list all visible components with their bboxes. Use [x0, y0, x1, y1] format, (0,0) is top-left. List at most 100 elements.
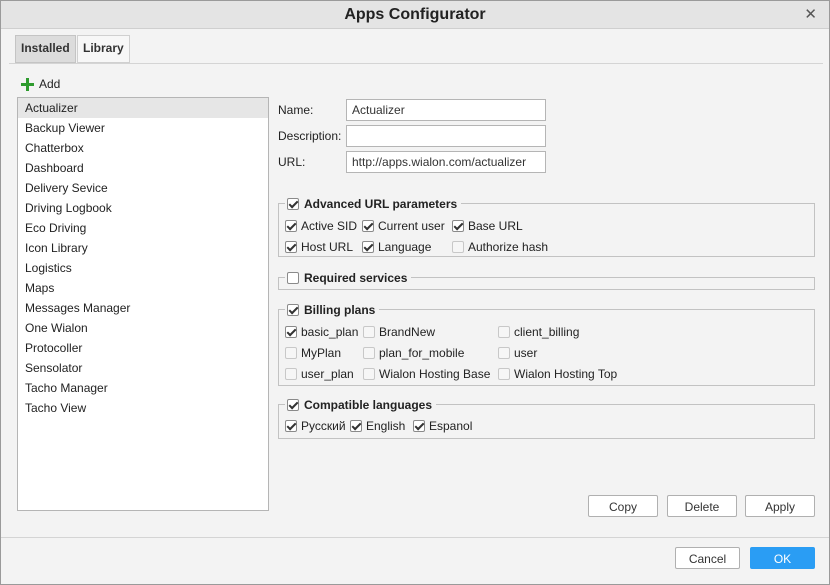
add-button[interactable]: Add — [21, 75, 60, 93]
active-sid-label: Active SID — [301, 219, 358, 233]
app-list-item[interactable]: One Wialon — [18, 318, 268, 338]
footer-divider — [1, 537, 829, 538]
name-label: Name: — [278, 103, 314, 117]
app-list-item[interactable]: Sensolator — [18, 358, 268, 378]
delete-button[interactable]: Delete — [667, 495, 737, 517]
plan-user[interactable]: user — [498, 345, 537, 361]
app-list-item[interactable]: Actualizer — [18, 98, 268, 118]
add-label: Add — [39, 77, 61, 91]
plan-basic-plan[interactable]: basic_plan — [285, 324, 358, 340]
basic-plan-label: basic_plan — [301, 325, 359, 339]
close-icon[interactable]: ✕ — [804, 1, 817, 28]
required-services-checkbox[interactable] — [287, 272, 299, 284]
plan-for-mobile-checkbox[interactable] — [363, 347, 375, 359]
host-url-label: Host URL — [301, 240, 354, 254]
lang-russian[interactable]: Русский — [285, 418, 346, 434]
app-list-item[interactable]: Logistics — [18, 258, 268, 278]
name-input[interactable] — [346, 99, 546, 121]
required-services-group: Required services — [278, 270, 815, 290]
billing-plans-checkbox[interactable] — [287, 304, 299, 316]
description-label: Description: — [278, 129, 342, 143]
plan-wialon-hosting-base[interactable]: Wialon Hosting Base — [363, 366, 490, 382]
plan-wialon-hosting-top[interactable]: Wialon Hosting Top — [498, 366, 617, 382]
option-base-url[interactable]: Base URL — [452, 218, 523, 234]
russian-label: Русский — [301, 419, 346, 433]
espanol-checkbox[interactable] — [413, 420, 425, 432]
plan-user-plan[interactable]: user_plan — [285, 366, 354, 382]
base-url-checkbox[interactable] — [452, 220, 464, 232]
app-list-item[interactable]: Eco Driving — [18, 218, 268, 238]
wialon-hosting-top-label: Wialon Hosting Top — [514, 367, 618, 381]
advanced-url-checkbox[interactable] — [287, 198, 299, 210]
languages-legend[interactable]: Compatible languages — [285, 397, 437, 413]
required-services-title: Required services — [304, 271, 408, 285]
authorize-hash-label: Authorize hash — [468, 240, 549, 254]
plan-myplan[interactable]: MyPlan — [285, 345, 341, 361]
advanced-url-group: Advanced URL parameters Active SID Curre… — [278, 196, 815, 257]
wialon-hosting-base-checkbox[interactable] — [363, 368, 375, 380]
url-input[interactable] — [346, 151, 546, 173]
app-list-item[interactable]: Icon Library — [18, 238, 268, 258]
plus-icon — [21, 77, 34, 91]
app-list-item[interactable]: Dashboard — [18, 158, 268, 178]
copy-button[interactable]: Copy — [588, 495, 658, 517]
base-url-label: Base URL — [468, 219, 523, 233]
app-list-item[interactable]: Protocoller — [18, 338, 268, 358]
authorize-hash-checkbox[interactable] — [452, 241, 464, 253]
title-bar: Apps Configurator ✕ — [1, 1, 829, 29]
myplan-label: MyPlan — [301, 346, 342, 360]
current-user-checkbox[interactable] — [362, 220, 374, 232]
app-list-item[interactable]: Chatterbox — [18, 138, 268, 158]
tab-installed[interactable]: Installed — [15, 35, 76, 63]
brandnew-label: BrandNew — [379, 325, 436, 339]
option-authorize-hash[interactable]: Authorize hash — [452, 239, 548, 255]
apply-button[interactable]: Apply — [745, 495, 815, 517]
option-host-url[interactable]: Host URL — [285, 239, 353, 255]
host-url-checkbox[interactable] — [285, 241, 297, 253]
language-label: Language — [378, 240, 432, 254]
app-list-item[interactable]: Delivery Sevice — [18, 178, 268, 198]
user-checkbox[interactable] — [498, 347, 510, 359]
active-sid-checkbox[interactable] — [285, 220, 297, 232]
plan-client-billing[interactable]: client_billing — [498, 324, 579, 340]
app-list[interactable]: Actualizer Backup Viewer Chatterbox Dashboa… — [17, 97, 269, 511]
client-billing-checkbox[interactable] — [498, 326, 510, 338]
russian-checkbox[interactable] — [285, 420, 297, 432]
plan-for-mobile-label: plan_for_mobile — [379, 346, 465, 360]
current-user-label: Current user — [378, 219, 445, 233]
billing-plans-legend[interactable]: Billing plans — [285, 302, 380, 318]
app-list-item[interactable]: Maps — [18, 278, 268, 298]
description-input[interactable] — [346, 125, 546, 147]
plan-brandnew[interactable]: BrandNew — [363, 324, 435, 340]
wialon-hosting-top-checkbox[interactable] — [498, 368, 510, 380]
app-list-item[interactable]: Backup Viewer — [18, 118, 268, 138]
english-label: English — [366, 419, 406, 433]
client-billing-label: client_billing — [514, 325, 580, 339]
espanol-label: Espanol — [429, 419, 473, 433]
required-services-legend[interactable]: Required services — [285, 270, 412, 286]
basic-plan-checkbox[interactable] — [285, 326, 297, 338]
option-language[interactable]: Language — [362, 239, 431, 255]
tab-library[interactable]: Library — [77, 35, 130, 63]
wialon-hosting-base-label: Wialon Hosting Base — [379, 367, 491, 381]
language-checkbox[interactable] — [362, 241, 374, 253]
app-list-item[interactable]: Tacho Manager — [18, 378, 268, 398]
lang-english[interactable]: English — [350, 418, 405, 434]
app-list-item[interactable]: Tacho View — [18, 398, 268, 418]
lang-espanol[interactable]: Espanol — [413, 418, 472, 434]
plan-for-mobile[interactable]: plan_for_mobile — [363, 345, 464, 361]
languages-checkbox[interactable] — [287, 399, 299, 411]
languages-title: Compatible languages — [304, 398, 433, 412]
app-list-item[interactable]: Driving Logbook — [18, 198, 268, 218]
english-checkbox[interactable] — [350, 420, 362, 432]
apps-configurator-dialog: Apps Configurator ✕ Installed Library Ad… — [0, 0, 830, 585]
option-current-user[interactable]: Current user — [362, 218, 445, 234]
cancel-button[interactable]: Cancel — [675, 547, 740, 569]
option-active-sid[interactable]: Active SID — [285, 218, 357, 234]
myplan-checkbox[interactable] — [285, 347, 297, 359]
advanced-url-legend[interactable]: Advanced URL parameters — [285, 196, 462, 212]
user-plan-checkbox[interactable] — [285, 368, 297, 380]
ok-button[interactable]: OK — [750, 547, 815, 569]
brandnew-checkbox[interactable] — [363, 326, 375, 338]
app-list-item[interactable]: Messages Manager — [18, 298, 268, 318]
